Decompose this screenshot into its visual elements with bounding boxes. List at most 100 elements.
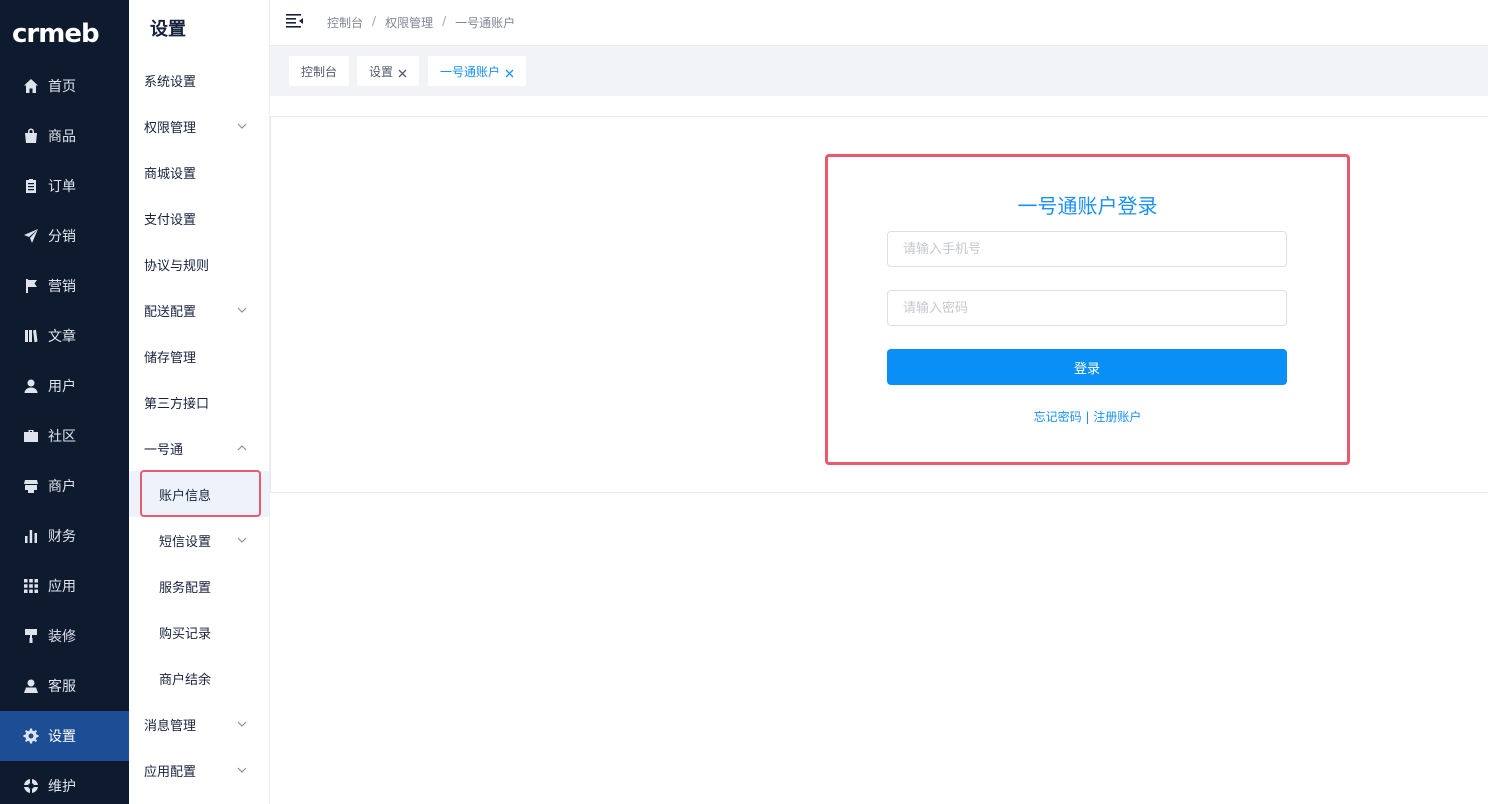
nav-label: 首页 — [48, 79, 76, 95]
home-icon — [22, 77, 40, 95]
submenu-item-label: 短信设置 — [159, 534, 212, 550]
submenu-item-account-info[interactable]: 账户信息 — [129, 471, 269, 517]
tab-dashboard[interactable]: 控制台 — [289, 56, 350, 86]
menu-collapse-icon[interactable] — [286, 13, 304, 29]
tab-settings[interactable]: 设置 — [357, 56, 420, 86]
nav-label: 用户 — [48, 379, 76, 395]
submenu-item-label: 配送配置 — [144, 304, 197, 320]
nav-articles[interactable]: 文章 — [0, 311, 129, 361]
nav-users[interactable]: 用户 — [0, 361, 129, 411]
flag-icon — [22, 277, 40, 295]
chevron-up-icon — [237, 442, 247, 452]
submenu-item-label: 权限管理 — [144, 120, 197, 136]
submenu-item-label: 储存管理 — [144, 350, 197, 366]
nav-label: 维护 — [48, 779, 76, 795]
lifebuoy-icon — [22, 777, 40, 795]
submenu-item-app-config[interactable]: 应用配置 — [129, 747, 269, 793]
nav-home[interactable]: 首页 — [0, 61, 129, 111]
nav-marketing[interactable]: 营销 — [0, 261, 129, 311]
main-sidebar: crmeb 首页 商品 订单 分销 营销 文章 用户 社区 商户 财务 应用 装… — [0, 0, 129, 804]
support-agent-icon — [22, 677, 40, 695]
submenu-item-system-settings[interactable]: 系统设置 — [129, 57, 269, 103]
submenu-item-delivery[interactable]: 配送配置 — [129, 287, 269, 333]
nav-distribution[interactable]: 分销 — [0, 211, 129, 261]
nav-label: 设置 — [48, 729, 76, 745]
grid-icon — [22, 577, 40, 595]
login-links: 忘记密码 | 注册账户 — [828, 408, 1347, 425]
svg-text:crmeb: crmeb — [12, 19, 99, 49]
login-button[interactable]: 登录 — [887, 349, 1287, 385]
paint-roller-icon — [22, 627, 40, 645]
nav-decoration[interactable]: 装修 — [0, 611, 129, 661]
phone-input[interactable] — [887, 231, 1287, 267]
submenu-item-permissions[interactable]: 权限管理 — [129, 103, 269, 149]
chevron-down-icon — [237, 304, 247, 314]
tab-label: 一号通账户 — [440, 64, 501, 79]
nav-maintenance[interactable]: 维护 — [0, 761, 129, 804]
nav-products[interactable]: 商品 — [0, 111, 129, 161]
login-title: 一号通账户登录 — [1017, 194, 1158, 218]
tabs-bar: 控制台 设置 一号通账户 — [270, 46, 1488, 96]
submenu-item-yihaotong[interactable]: 一号通 — [129, 425, 269, 471]
tab-yihaotong-account[interactable]: 一号通账户 — [428, 56, 527, 86]
submenu-item-agreements[interactable]: 协议与规则 — [129, 241, 269, 287]
briefcase-icon — [22, 427, 40, 445]
submenu-item-sms-settings[interactable]: 短信设置 — [129, 517, 269, 563]
nav-merchants[interactable]: 商户 — [0, 461, 129, 511]
submenu-item-service-config[interactable]: 服务配置 — [129, 563, 269, 609]
gear-icon — [22, 727, 40, 745]
close-icon[interactable] — [505, 67, 514, 77]
link-divider: | — [1085, 410, 1090, 424]
store-icon — [22, 477, 40, 495]
submenu-item-third-party[interactable]: 第三方接口 — [129, 379, 269, 425]
nav-label: 装修 — [48, 629, 76, 645]
nav-label: 文章 — [48, 329, 76, 345]
user-icon — [22, 377, 40, 395]
submenu-item-label: 一号通 — [144, 442, 184, 458]
top-header: 控制台 / 权限管理 / 一号通账户 — [270, 0, 1488, 46]
crmeb-logo: crmeb — [12, 19, 100, 49]
nav-customer-service[interactable]: 客服 — [0, 661, 129, 711]
submenu-item-storage[interactable]: 储存管理 — [129, 333, 269, 379]
tab-label: 控制台 — [301, 64, 338, 79]
nav-label: 财务 — [48, 529, 76, 545]
register-account-link[interactable]: 注册账户 — [1093, 410, 1141, 424]
breadcrumb-separator: / — [442, 14, 447, 28]
nav-label: 分销 — [48, 229, 76, 245]
nav-label: 客服 — [48, 679, 76, 695]
submenu-item-messages[interactable]: 消息管理 — [129, 701, 269, 747]
chevron-down-icon — [237, 718, 247, 728]
nav-label: 商品 — [48, 129, 76, 145]
breadcrumb-item[interactable]: 控制台 — [327, 14, 363, 31]
submenu-title: 设置 — [150, 19, 186, 40]
nav-label: 订单 — [48, 179, 76, 195]
nav-label: 社区 — [48, 429, 76, 445]
submenu-item-label: 购买记录 — [159, 626, 212, 642]
nav-label: 商户 — [48, 479, 76, 495]
nav-orders[interactable]: 订单 — [0, 161, 129, 211]
nav-finance[interactable]: 财务 — [0, 511, 129, 561]
close-icon[interactable] — [398, 67, 407, 77]
submenu-item-merchant-balance[interactable]: 商户结余 — [129, 655, 269, 701]
breadcrumb: 控制台 / 权限管理 / 一号通账户 — [327, 14, 515, 31]
submenu-item-payment-settings[interactable]: 支付设置 — [129, 195, 269, 241]
breadcrumb-separator: / — [372, 14, 377, 28]
nav-apps[interactable]: 应用 — [0, 561, 129, 611]
submenu-item-label: 第三方接口 — [144, 396, 210, 412]
breadcrumb-item[interactable]: 权限管理 — [385, 14, 433, 31]
chevron-down-icon — [237, 534, 247, 544]
nav-settings[interactable]: 设置 — [0, 711, 129, 761]
nav-community[interactable]: 社区 — [0, 411, 129, 461]
submenu-item-label: 应用配置 — [144, 764, 197, 780]
submenu-item-mall-settings[interactable]: 商城设置 — [129, 149, 269, 195]
password-input[interactable] — [887, 290, 1287, 326]
submenu-item-label: 账户信息 — [159, 488, 212, 504]
book-icon — [22, 327, 40, 345]
submenu-item-label: 消息管理 — [144, 718, 197, 734]
chevron-down-icon — [237, 120, 247, 130]
submenu-item-purchase-records[interactable]: 购买记录 — [129, 609, 269, 655]
tab-label: 设置 — [369, 64, 394, 79]
shopping-bag-icon — [22, 127, 40, 145]
forgot-password-link[interactable]: 忘记密码 — [1034, 410, 1082, 424]
submenu-item-label: 商城设置 — [144, 166, 197, 182]
